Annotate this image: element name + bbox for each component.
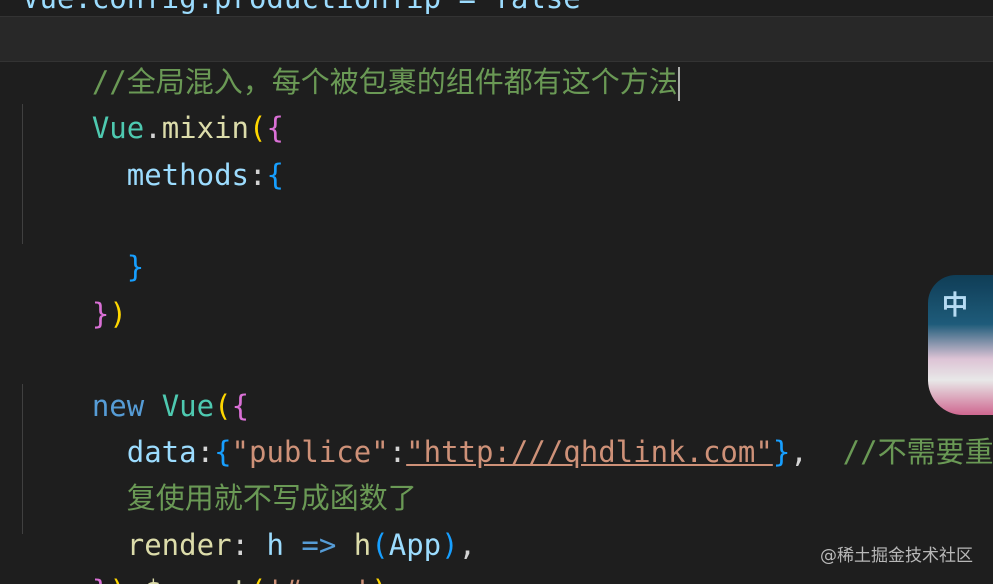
code-line-data[interactable]: data:{"publice":"http:///qhdlink.com"}, … [22, 386, 993, 469]
token-colon: : [248, 158, 267, 192]
token-brace: } [92, 574, 109, 584]
code-line-render[interactable]: render: h => h(App), [22, 479, 476, 562]
token-brace: { [266, 158, 284, 192]
token-dot: . [127, 574, 144, 584]
token-methods: methods [126, 158, 249, 192]
code-line-comment-wrap[interactable]: 复使用就不写成函数了 [22, 432, 417, 515]
code-line-methods[interactable]: methods:{ [22, 109, 284, 192]
text-cursor [677, 67, 680, 101]
code-editor[interactable]: Vue.config.productionTip = false //全局混入，… [0, 0, 993, 584]
code-line-close-methods[interactable]: } [22, 201, 144, 284]
code-line-mount[interactable]: }).$mount('#app') [22, 525, 389, 584]
sticker-overlay: 中 [928, 275, 993, 415]
token-string-url[interactable]: "http:///qhdlink.com" [406, 435, 773, 469]
token-brace: } [772, 435, 791, 469]
token-paren: ) [109, 297, 127, 331]
token-paren: ) [109, 574, 126, 584]
watermark: @稀土掘金技术社区 [820, 546, 973, 566]
code-line-mixin[interactable]: Vue.mixin({ [22, 62, 284, 145]
code-line-close-mixin[interactable]: }) [22, 248, 127, 331]
code-line-comment[interactable]: //全局混入，每个被包裹的组件都有这个方法 [22, 16, 680, 101]
sticker-text: 中 [942, 291, 969, 321]
token-mount: $mount [144, 574, 249, 584]
token-app: App [388, 528, 442, 562]
token-string-arg: '#app' [266, 574, 371, 584]
token-paren: ( [249, 574, 266, 584]
code-line-new-vue[interactable]: new Vue({ [22, 340, 249, 423]
comment-text: //不需要重 [842, 435, 993, 469]
token-paren: ) [371, 574, 388, 584]
token-brace: } [91, 297, 110, 331]
token-brace: } [126, 250, 145, 284]
token-comma: , [790, 435, 808, 469]
token-comma: , [458, 528, 477, 562]
token-paren: ) [441, 528, 459, 562]
